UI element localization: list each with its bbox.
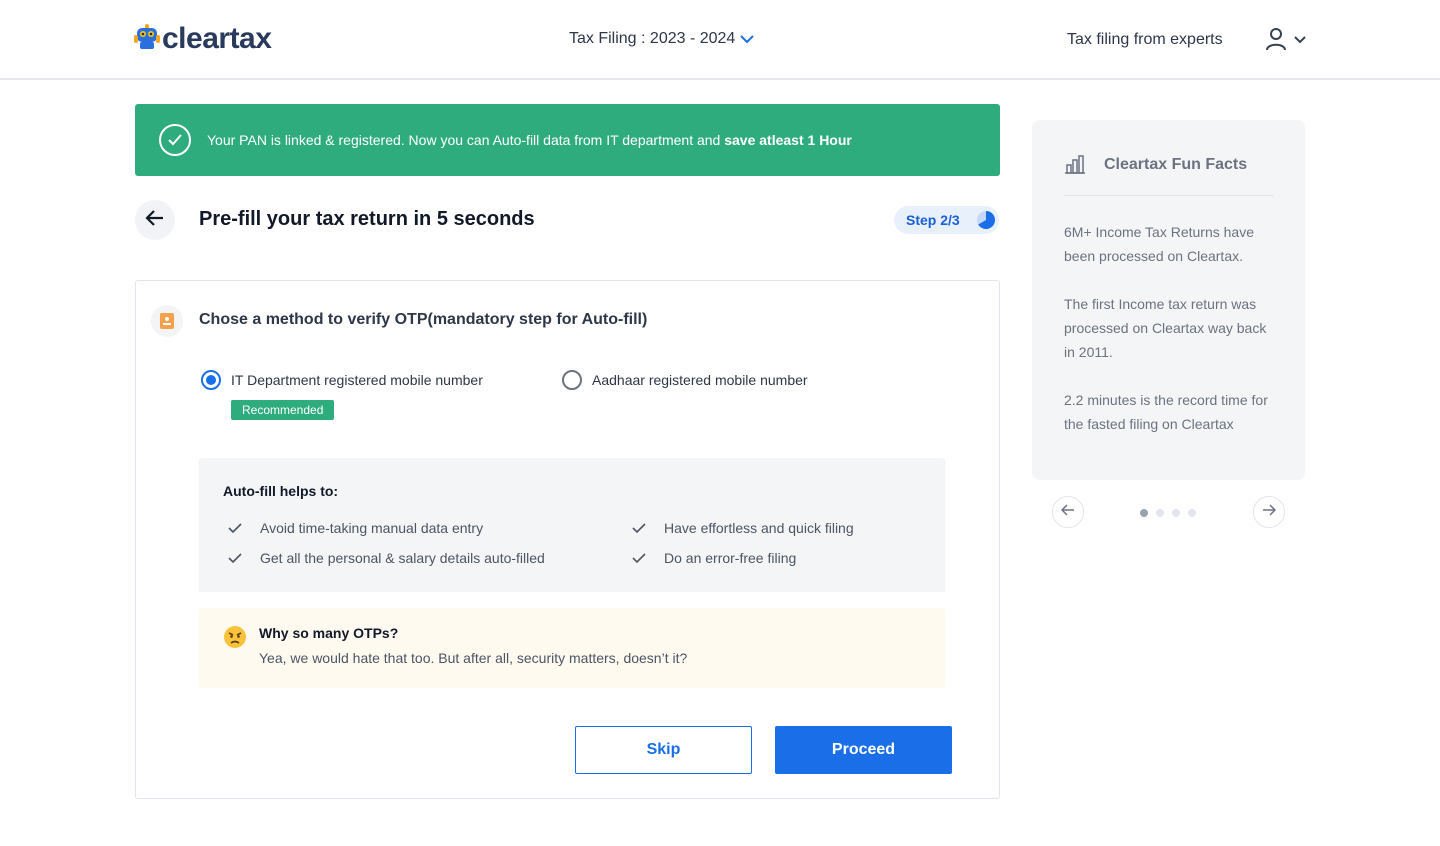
benefit-text: Avoid time-taking manual data entry [260,520,484,536]
chevron-down-icon [1292,31,1308,52]
radio-label: Aadhaar registered mobile number [592,372,808,388]
tax-year-label: Tax Filing : 2023 - 2024 [569,30,736,47]
pagination-dot[interactable] [1188,509,1196,517]
recommended-badge: Recommended [231,400,335,420]
fun-fact: The first Income tax return was processe… [1064,296,1267,360]
pan-linked-banner: Your PAN is linked & registered. Now you… [135,104,1000,176]
banner-bold-text: save atleast 1 Hour [724,132,852,148]
benefit-text: Have effortless and quick filing [664,520,854,536]
fun-facts-panel: Cleartax Fun Facts 6M+ Income Tax Return… [1032,120,1305,480]
step-indicator: Step 2/3 [894,206,999,234]
step-label: Step 2/3 [906,212,960,228]
proceed-button[interactable]: Proceed [775,726,952,774]
otp-answer: Yea, we would hate that too. But after a… [259,650,688,666]
benefits-title: Auto-fill helps to: [223,483,339,499]
facts-prev-button[interactable] [1052,496,1084,528]
fun-facts-title: Cleartax Fun Facts [1104,156,1248,173]
robot-logo-icon [134,23,160,56]
radio-it-department[interactable]: IT Department registered mobile number [201,370,483,390]
pagination-dot[interactable] [1156,509,1164,517]
fun-facts-header: Cleartax Fun Facts [1064,154,1273,196]
benefit-item: Have effortless and quick filing [632,520,854,536]
user-menu[interactable] [1264,26,1308,57]
benefit-text: Get all the personal & salary details au… [260,550,545,566]
otp-question: Why so many OTPs? [259,625,399,641]
checkmark-icon [228,552,244,564]
fun-fact: 2.2 minutes is the record time for the f… [1064,392,1268,432]
bar-chart-icon [1064,154,1086,179]
skip-button[interactable]: Skip [575,726,752,774]
document-icon [151,305,183,337]
fun-fact: 6M+ Income Tax Returns have been process… [1064,224,1255,264]
back-button[interactable] [135,200,175,240]
banner-text: Your PAN is linked & registered. Now you… [207,132,721,148]
check-circle-icon [159,124,191,156]
radio-label: IT Department registered mobile number [231,372,483,388]
otp-method-card: Chose a method to verify OTP(mandatory s… [135,280,1000,799]
fun-facts-list: 6M+ Income Tax Returns have been process… [1064,220,1279,460]
benefit-item: Get all the personal & salary details au… [228,550,545,566]
chevron-down-icon [739,31,755,47]
step-progress-icon [976,210,996,235]
pagination-dot[interactable] [1140,509,1148,517]
pagination-dot[interactable] [1172,509,1180,517]
checkmark-icon [228,522,244,534]
arrow-right-icon [1262,503,1277,521]
arrow-left-icon [1060,503,1075,521]
top-header: cleartax Tax Filing : 2023 - 2024 Tax fi… [0,0,1440,80]
user-icon [1264,26,1288,57]
benefit-item: Do an error-free filing [632,550,796,566]
cleartax-logo[interactable]: cleartax [134,22,272,56]
arrow-left-icon [145,209,165,232]
logo-text: cleartax [162,22,272,55]
tax-filing-experts-link[interactable]: Tax filing from experts [1067,31,1223,49]
tax-year-selector[interactable]: Tax Filing : 2023 - 2024 [569,30,755,48]
radio-unselected-icon[interactable] [562,370,582,390]
radio-aadhaar[interactable]: Aadhaar registered mobile number [562,370,808,390]
checkmark-icon [632,522,648,534]
checkmark-icon [632,552,648,564]
banner-message: Your PAN is linked & registered. Now you… [207,132,852,148]
facts-next-button[interactable] [1253,496,1285,528]
facts-pagination [1140,509,1196,517]
card-title: Chose a method to verify OTP(mandatory s… [199,311,648,328]
annoyed-face-icon [223,625,247,654]
benefit-item: Avoid time-taking manual data entry [228,520,483,536]
autofill-benefits-box: Auto-fill helps to: Avoid time-taking ma… [199,458,945,592]
radio-selected-icon[interactable] [201,370,221,390]
page-title: Pre-fill your tax return in 5 seconds [199,208,535,230]
benefit-text: Do an error-free filing [664,550,797,566]
otp-explanation-note: Why so many OTPs? Yea, we would hate tha… [199,608,945,688]
